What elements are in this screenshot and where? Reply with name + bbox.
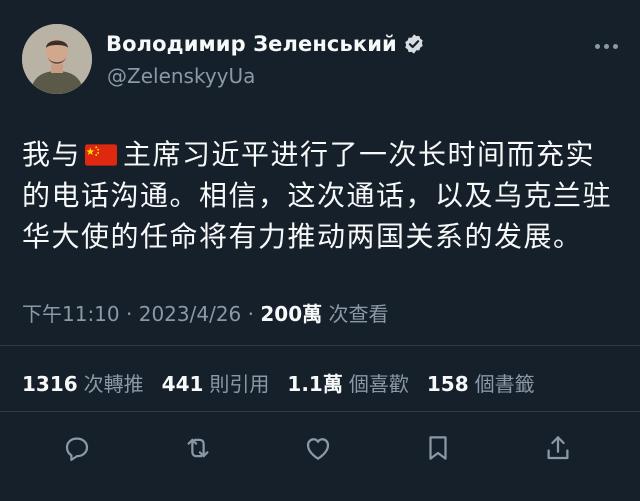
retweet-icon[interactable] [178, 428, 218, 468]
meta-separator: · [126, 302, 133, 326]
share-icon[interactable] [538, 428, 578, 468]
bookmark-icon[interactable] [418, 428, 458, 468]
views-count: 200萬 [260, 302, 323, 326]
tweet-text: 我与 主席习近平进行了一次长时间而充实的电话沟通。相信，这次通话，以及乌克兰驻华大… [22, 134, 622, 257]
likes-stat[interactable]: 1.1萬 個喜歡 [287, 368, 408, 397]
retweets-stat[interactable]: 1316 次轉推 [22, 368, 144, 397]
tweet-date[interactable]: 2023/4/26 [139, 302, 242, 326]
tweet-meta: 下午11:10 · 2023/4/26 · 200萬 次查看 [22, 298, 388, 327]
china-flag-icon [85, 136, 118, 166]
author-handle[interactable]: @ZelenskyyUa [107, 64, 255, 88]
meta-separator: · [247, 302, 254, 326]
more-options-icon[interactable] [595, 44, 618, 49]
divider [0, 345, 640, 346]
avatar[interactable] [22, 24, 92, 94]
verified-badge-icon [403, 33, 425, 55]
quotes-stat[interactable]: 441 則引用 [162, 368, 270, 397]
tweet-time[interactable]: 下午11:10 [22, 302, 120, 326]
bookmarks-stat[interactable]: 158 個書籤 [427, 368, 535, 397]
avatar-image [22, 24, 92, 94]
like-icon[interactable] [298, 428, 338, 468]
tweet-text-before-flag: 我与 [22, 138, 82, 171]
reply-icon[interactable] [57, 428, 97, 468]
tweet-stats: 1316 次轉推 441 則引用 1.1萬 個喜歡 158 個書籤 [22, 368, 535, 397]
divider [0, 411, 640, 412]
author-display-name[interactable]: Володимир Зеленський [106, 32, 397, 56]
action-bar [0, 428, 640, 468]
views-label: 次查看 [328, 302, 389, 326]
